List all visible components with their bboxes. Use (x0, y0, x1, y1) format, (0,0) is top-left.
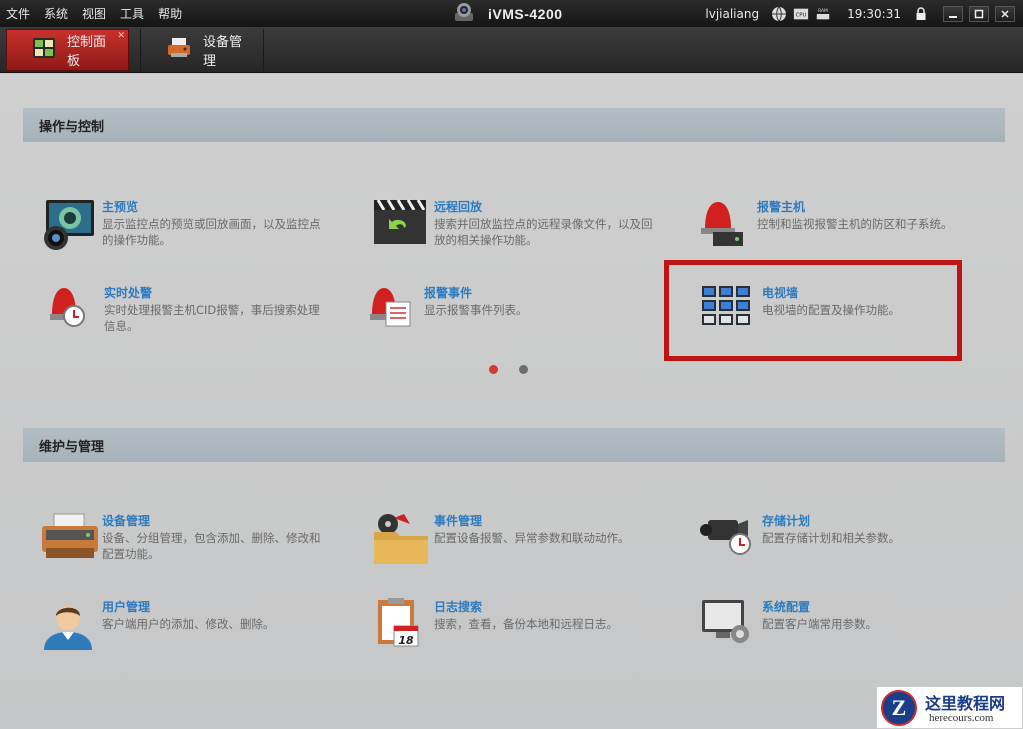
menu-system[interactable]: 系统 (44, 5, 68, 22)
ram-label: RAM (818, 8, 828, 14)
lock-icon[interactable] (913, 6, 929, 22)
section-header-maintenance: 维护与管理 (23, 428, 1005, 462)
close-icon (1001, 9, 1009, 18)
menu-view[interactable]: 视图 (82, 5, 106, 22)
watermark-en: herecours.com (929, 712, 994, 724)
globe-icon[interactable] (771, 6, 787, 22)
app-name: iVMS-4200 (488, 5, 563, 22)
page-dot-1[interactable] (489, 365, 498, 374)
highlight-box (664, 260, 962, 361)
user-name: lvjialiang (705, 6, 760, 21)
module-storage-schedule[interactable]: 存储计划 配置存储计划和相关参数。 (700, 512, 1000, 572)
close-button[interactable] (995, 5, 1015, 22)
section-title: 操作与控制 (39, 119, 105, 135)
page-dot-2[interactable] (519, 365, 528, 374)
app-title: iVMS-4200 (452, 0, 563, 27)
menu-help[interactable]: 帮助 (158, 5, 182, 22)
clapper-playback-icon (372, 198, 432, 258)
module-desc: 配置存储计划和相关参数。 (762, 531, 900, 545)
module-desc: 设备、分组管理，包含添加、删除、修改和配置功能。 (102, 531, 321, 561)
module-title: 报警主机 (757, 200, 806, 214)
monitor-camera-icon (40, 198, 100, 258)
module-event-management[interactable]: 事件管理 配置设备报警、异常参数和联动动作。 (372, 512, 672, 572)
module-device-management[interactable]: 设备管理 设备、分组管理，包含添加、删除、修改和配置功能。 (40, 512, 340, 572)
module-desc: 显示监控点的预览或回放画面，以及监控点的操作功能。 (102, 217, 321, 247)
menu-bar: 文件 系统 视图 工具 帮助 (6, 0, 182, 27)
section-title: 维护与管理 (39, 439, 105, 455)
device-printer-icon (167, 38, 191, 62)
alarm-host-icon (695, 198, 755, 258)
module-remote-playback[interactable]: 远程回放 搜索并回放监控点的远程录像文件，以及回放的相关操作功能。 (372, 198, 672, 258)
camera-logo-icon (452, 1, 476, 26)
maximize-button[interactable] (969, 5, 989, 22)
log-calendar-icon: 18 (372, 598, 432, 658)
module-title: 主预览 (102, 200, 139, 214)
user-icon (40, 598, 100, 658)
titlebar-right: lvjialiang CPU RAM 19:30:31 (705, 0, 1015, 27)
section-header-operations: 操作与控制 (23, 108, 1005, 142)
calendar-day-label: 18 (398, 634, 414, 647)
watermark-cn: 这里教程网 (925, 694, 1006, 713)
grid-panel-icon (33, 38, 55, 62)
monitor-gear-icon (700, 598, 760, 658)
minimize-button[interactable] (943, 5, 963, 22)
camcorder-clock-icon (700, 512, 760, 572)
module-desc: 控制和监视报警主机的防区和子系统。 (757, 217, 953, 231)
module-desc: 配置客户端常用参数。 (762, 617, 877, 631)
module-desc: 显示报警事件列表。 (424, 303, 528, 317)
module-title: 设备管理 (102, 514, 151, 528)
device-manager-icon (40, 512, 100, 572)
tab-close-icon[interactable]: ✕ (117, 31, 125, 41)
module-title: 日志搜索 (434, 600, 483, 614)
tab-device-management[interactable]: 设备管理 (140, 29, 264, 71)
module-alarm-host[interactable]: 报警主机 控制和监视报警主机的防区和子系统。 (695, 198, 995, 258)
module-log-search[interactable]: 18 日志搜索 搜索，查看，备份本地和远程日志。 (372, 598, 672, 658)
module-user-management[interactable]: 用户管理 客户端用户的添加、修改、删除。 (40, 598, 340, 658)
module-desc: 配置设备报警、异常参数和联动动作。 (434, 531, 630, 545)
module-title: 存储计划 (762, 514, 811, 528)
menu-tools[interactable]: 工具 (120, 5, 144, 22)
module-desc: 搜索并回放监控点的远程录像文件，以及回放的相关操作功能。 (434, 217, 653, 247)
module-main-preview[interactable]: 主预览 显示监控点的预览或回放画面，以及监控点的操作功能。 (40, 198, 340, 258)
module-title: 实时处警 (104, 286, 153, 300)
module-desc: 实时处理报警主机CID报警，事后搜索处理信息。 (104, 303, 320, 333)
alarm-clock-icon (48, 284, 108, 344)
tab-bar: 控制面板 ✕ 设备管理 (0, 27, 1023, 73)
module-alarm-events[interactable]: 报警事件 显示报警事件列表。 (368, 284, 668, 344)
ram-icon: RAM (815, 6, 831, 22)
tab-control-panel[interactable]: 控制面板 ✕ (6, 29, 129, 71)
tab-label: 设备管理 (203, 35, 243, 69)
module-title: 用户管理 (102, 600, 151, 614)
watermark-logo: Z (881, 690, 917, 726)
cpu-icon: CPU (793, 6, 809, 22)
module-title: 远程回放 (434, 200, 483, 214)
module-title: 报警事件 (424, 286, 473, 300)
alarm-list-icon (368, 284, 428, 344)
clock: 19:30:31 (847, 6, 901, 21)
tab-label: 控制面板 (67, 35, 107, 69)
event-folder-icon (372, 512, 432, 572)
menu-file[interactable]: 文件 (6, 5, 30, 22)
module-title: 系统配置 (762, 600, 811, 614)
module-desc: 搜索，查看，备份本地和远程日志。 (434, 617, 618, 631)
module-title: 事件管理 (434, 514, 483, 528)
watermark: Z 这里教程网 herecours.com (876, 686, 1023, 729)
cpu-label: CPU (796, 12, 807, 18)
module-system-config[interactable]: 系统配置 配置客户端常用参数。 (700, 598, 1000, 658)
title-bar: 文件 系统 视图 工具 帮助 iVMS-4200 lvjialiang CPU … (0, 0, 1023, 27)
maximize-icon (974, 9, 984, 18)
module-realtime-alarm[interactable]: 实时处警 实时处理报警主机CID报警，事后搜索处理信息。 (48, 284, 348, 344)
module-desc: 客户端用户的添加、修改、删除。 (102, 617, 275, 631)
minimize-icon (949, 15, 957, 18)
